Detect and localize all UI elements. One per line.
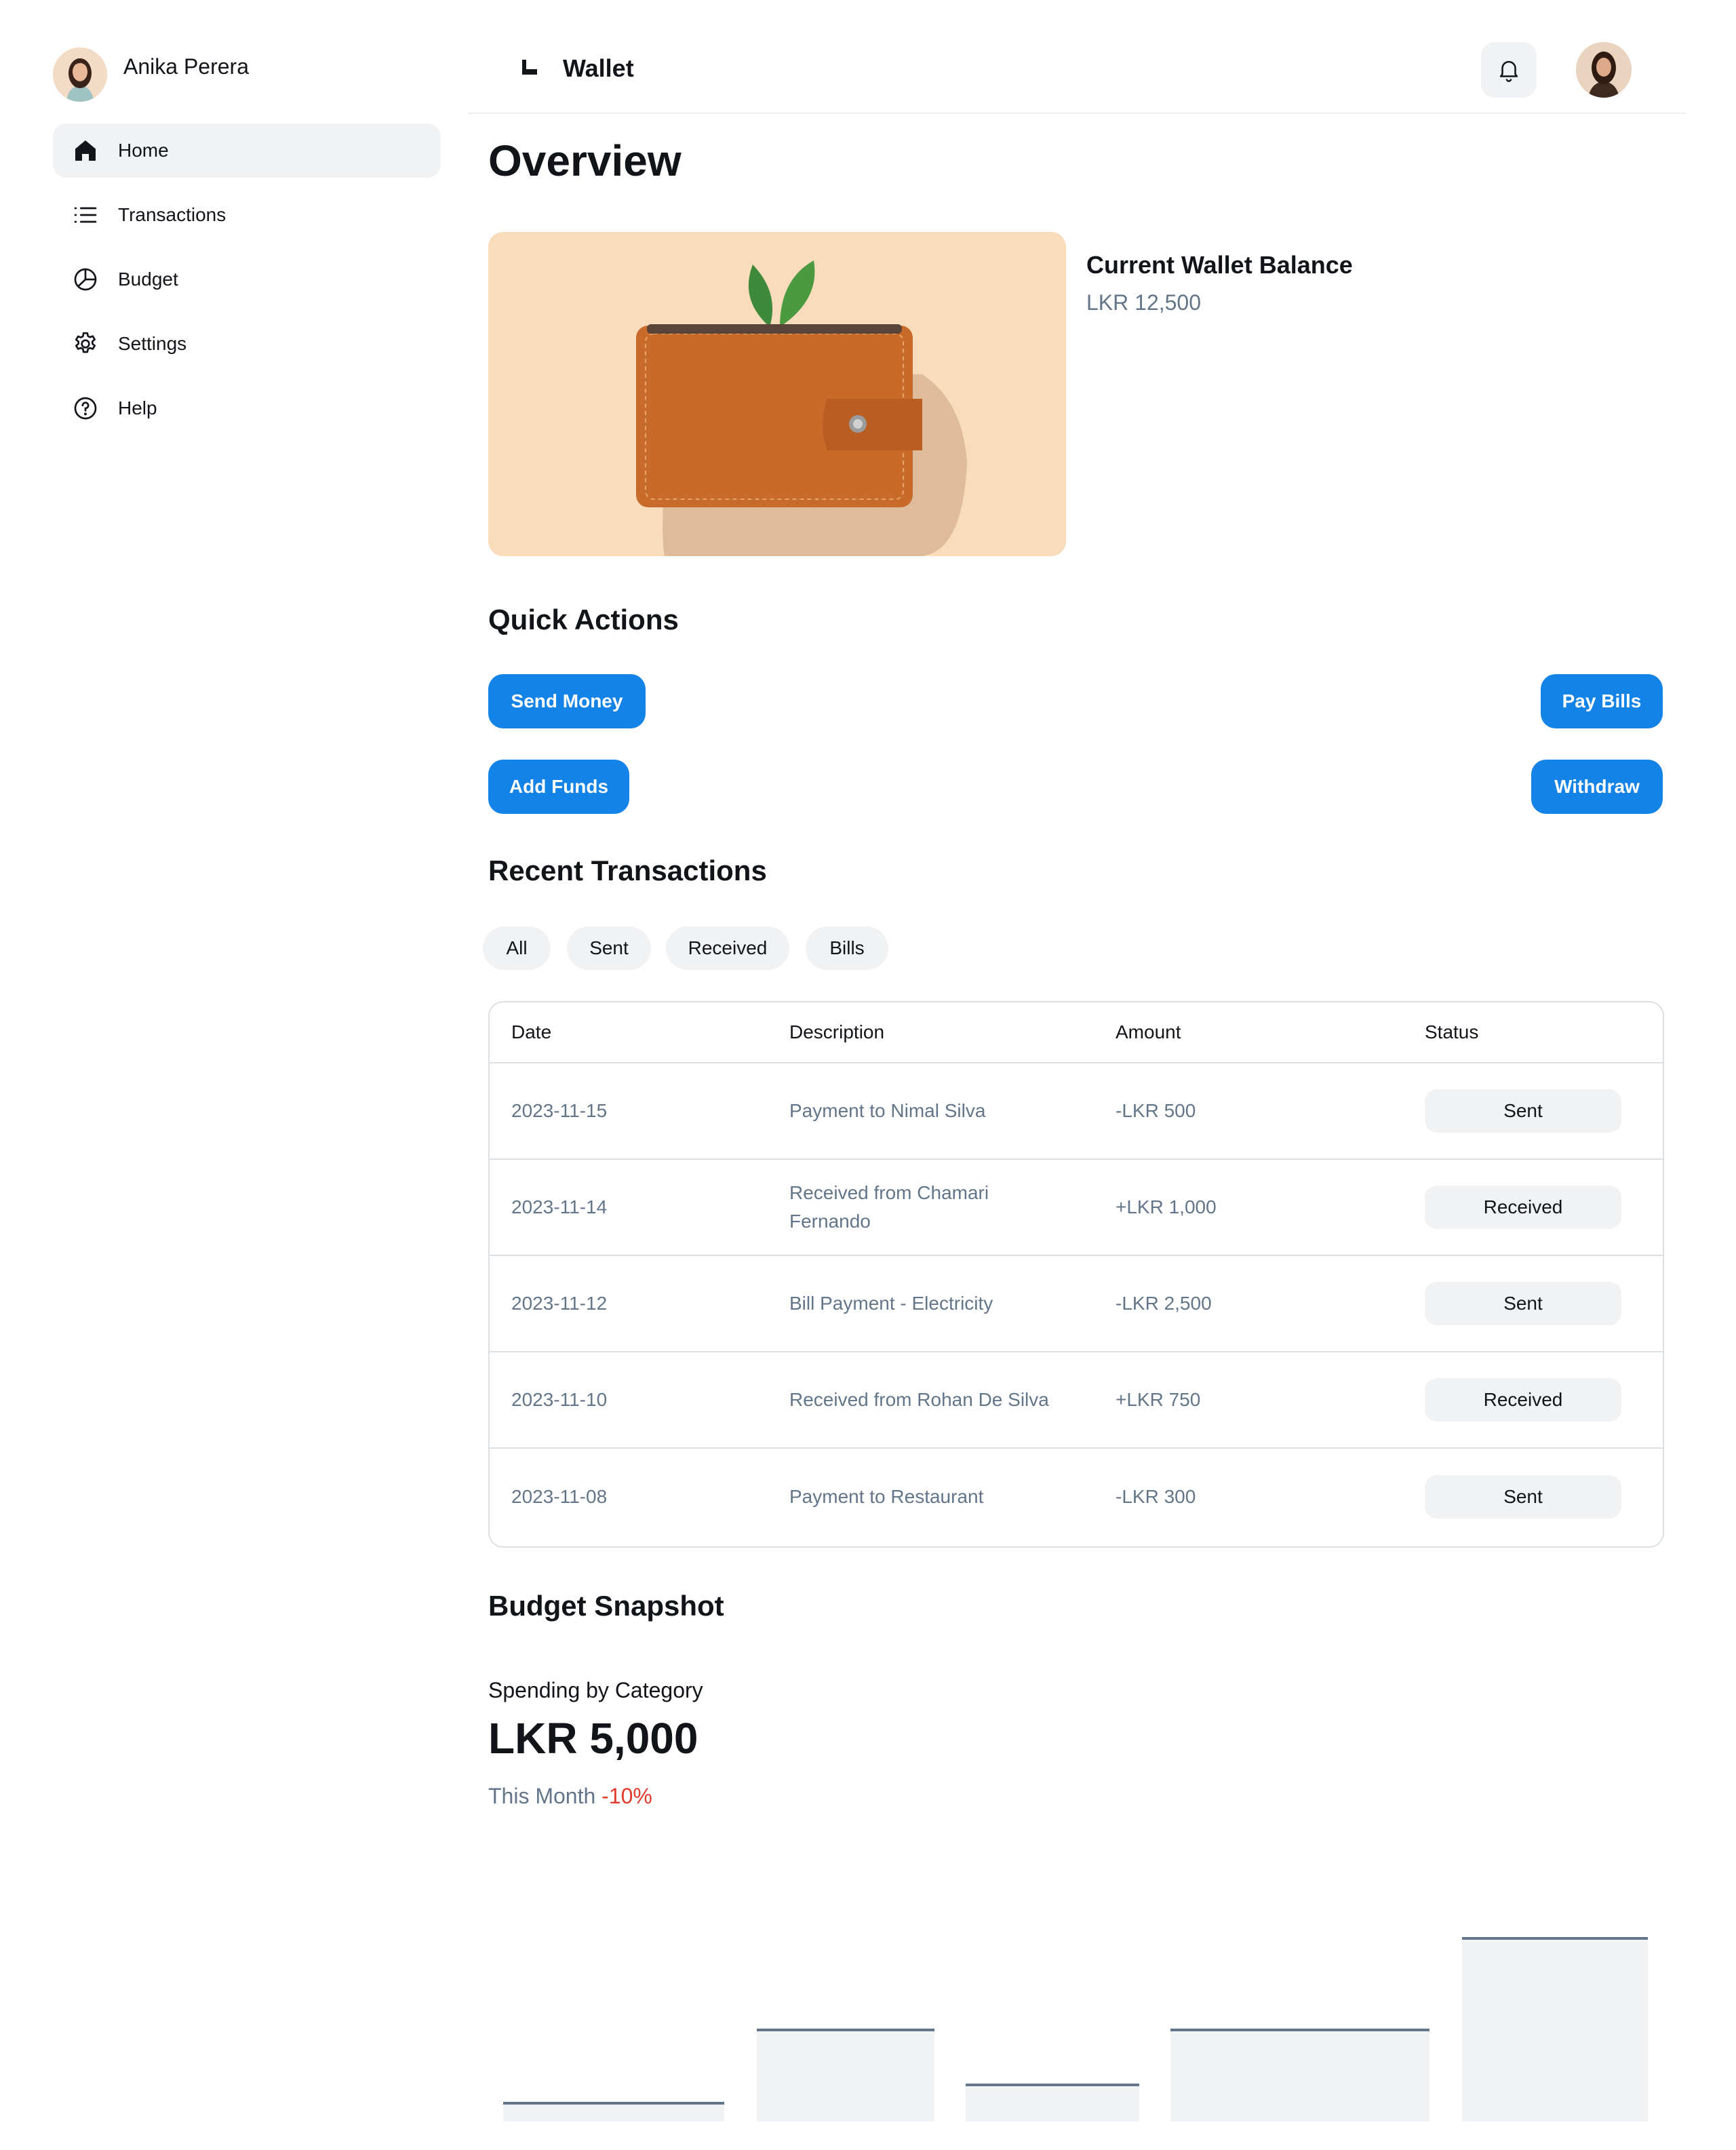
header-avatar[interactable]	[1576, 42, 1632, 98]
sidebar-nav: Home Transactions Budget Settings Help	[53, 123, 441, 446]
cell-amount: -LKR 2,500	[1116, 1293, 1212, 1314]
status-badge: Received	[1425, 1378, 1621, 1422]
status-badge: Received	[1425, 1186, 1621, 1229]
column-header-amount[interactable]: Amount	[1116, 1021, 1425, 1043]
sidebar-item-label: Transactions	[118, 204, 226, 225]
chart-caption: Spending by Category	[488, 1678, 703, 1702]
sidebar: Anika Perera Home Transactions Budget Se…	[0, 0, 468, 2150]
sidebar-item-settings[interactable]: Settings	[53, 317, 441, 371]
cell-date: 2023-11-15	[511, 1100, 608, 1121]
sidebar-item-transactions[interactable]: Transactions	[53, 188, 441, 242]
chart-total: LKR 5,000	[488, 1714, 698, 1763]
help-icon	[71, 393, 100, 423]
budget-snapshot-title: Budget Snapshot	[488, 1590, 724, 1622]
withdraw-button[interactable]: Withdraw	[1531, 760, 1663, 814]
cell-description: Received from Chamari Fernando	[789, 1182, 989, 1232]
table-header: Date Description Amount Status	[490, 1002, 1663, 1063]
send-money-button[interactable]: Send Money	[488, 674, 646, 728]
transactions-table: Date Description Amount Status 2023-11-1…	[488, 1001, 1664, 1548]
quick-actions-title: Quick Actions	[488, 604, 679, 636]
add-funds-button[interactable]: Add Funds	[488, 760, 629, 814]
cell-date: 2023-11-10	[511, 1389, 608, 1410]
wallet-image	[488, 232, 1066, 556]
brand-title[interactable]: Wallet	[563, 54, 634, 83]
table-row[interactable]: 2023-11-14 Received from Chamari Fernand…	[490, 1160, 1663, 1256]
top-header: Wallet	[468, 0, 1686, 114]
sidebar-item-label: Budget	[118, 269, 178, 290]
sidebar-item-help[interactable]: Help	[53, 381, 441, 435]
bar-other[interactable]	[1462, 1938, 1648, 2122]
status-badge: Sent	[1425, 1475, 1621, 1519]
sidebar-item-label: Home	[118, 140, 169, 161]
change-value: -10%	[601, 1784, 652, 1808]
column-header-description[interactable]: Description	[789, 1021, 1116, 1043]
status-badge: Sent	[1425, 1282, 1621, 1325]
bar-bills[interactable]	[966, 2085, 1139, 2122]
bar-entertainment[interactable]	[1170, 2030, 1429, 2122]
cell-description: Bill Payment - Electricity	[789, 1293, 993, 1314]
cell-date: 2023-11-08	[511, 1486, 608, 1507]
cell-date: 2023-11-14	[511, 1196, 608, 1217]
filter-chip-all[interactable]: All	[483, 926, 551, 970]
table-row[interactable]: 2023-11-08 Payment to Restaurant -LKR 30…	[490, 1449, 1663, 1545]
bar-food[interactable]	[757, 2030, 934, 2122]
table-row[interactable]: 2023-11-15 Payment to Nimal Silva -LKR 5…	[490, 1063, 1663, 1160]
home-icon	[71, 136, 100, 165]
cell-amount: -LKR 500	[1116, 1100, 1196, 1121]
cell-date: 2023-11-12	[511, 1293, 608, 1314]
column-header-status[interactable]: Status	[1425, 1021, 1662, 1043]
cell-description: Payment to Nimal Silva	[789, 1100, 986, 1121]
user-name: Anika Perera	[123, 54, 249, 79]
user-profile[interactable]: Anika Perera	[53, 47, 249, 102]
list-icon	[71, 200, 100, 230]
cell-amount: +LKR 750	[1116, 1389, 1201, 1410]
gear-icon	[71, 329, 100, 359]
balance-title: Current Wallet Balance	[1086, 251, 1353, 279]
table-row[interactable]: 2023-11-10 Received from Rohan De Silva …	[490, 1352, 1663, 1449]
filter-chip-received[interactable]: Received	[666, 926, 789, 970]
wallet-logo-icon	[522, 60, 537, 75]
spending-bar-chart: TransportFoodBillsEntertainmentOther	[503, 1937, 1648, 2122]
column-header-date[interactable]: Date	[490, 1021, 789, 1043]
user-avatar	[53, 47, 107, 102]
pie-chart-icon	[71, 265, 100, 294]
bell-icon	[1499, 60, 1518, 82]
sidebar-item-label: Settings	[118, 333, 187, 354]
filter-chip-sent[interactable]: Sent	[567, 926, 651, 970]
sidebar-item-home[interactable]: Home	[53, 123, 441, 178]
filter-chip-bills[interactable]: Bills	[806, 926, 888, 970]
status-badge: Sent	[1425, 1089, 1621, 1133]
notifications-button[interactable]	[1481, 42, 1537, 98]
cell-amount: -LKR 300	[1116, 1486, 1196, 1507]
page-title: Overview	[488, 136, 682, 185]
recent-transactions-title: Recent Transactions	[488, 855, 767, 886]
balance-value: LKR 12,500	[1086, 290, 1202, 315]
cell-description: Payment to Restaurant	[789, 1486, 984, 1507]
chart-period: This Month -10%	[488, 1784, 652, 1809]
sidebar-item-budget[interactable]: Budget	[53, 252, 441, 307]
pay-bills-button[interactable]: Pay Bills	[1541, 674, 1663, 728]
sidebar-item-label: Help	[118, 397, 157, 418]
bar-transport[interactable]	[503, 2103, 724, 2122]
period-label: This Month	[488, 1784, 596, 1808]
table-row[interactable]: 2023-11-12 Bill Payment - Electricity -L…	[490, 1256, 1663, 1352]
cell-amount: +LKR 1,000	[1116, 1196, 1217, 1217]
cell-description: Received from Rohan De Silva	[789, 1389, 1049, 1410]
